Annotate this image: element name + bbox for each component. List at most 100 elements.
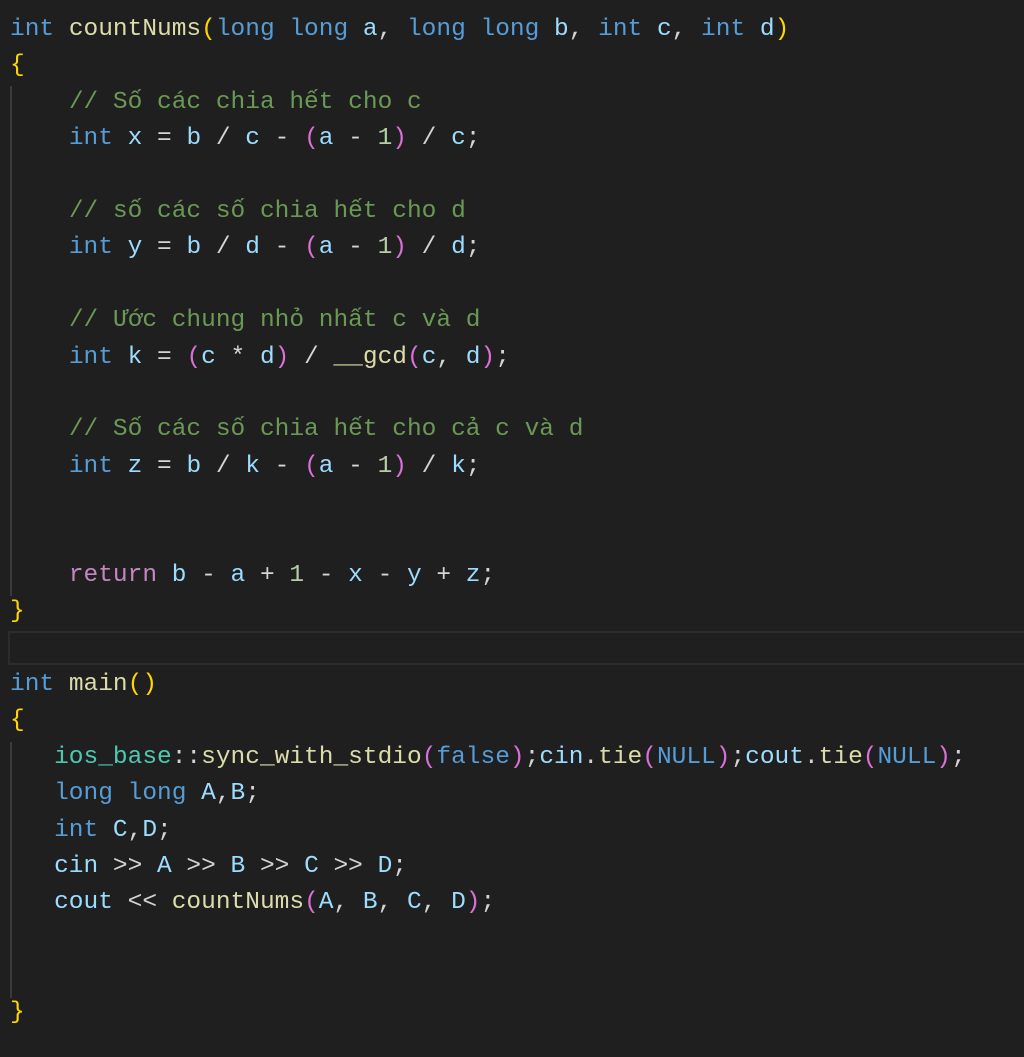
token-var: cout [745,743,804,771]
token-b2: ( [642,743,657,771]
code-line[interactable]: int countNums(long long a, long long b, … [10,12,1024,48]
code-line[interactable]: cout << countNums(A, B, C, D); [10,885,1024,921]
code-line[interactable]: // Số các số chia hết cho cả c và d [10,412,1024,448]
token-var: C [304,852,319,880]
code-line[interactable] [10,158,1024,194]
token-txt: , [377,889,407,917]
token-b2: ) [392,125,407,153]
token-var: b [186,452,202,480]
token-kw: false [436,743,510,771]
token-b2: ( [186,343,202,371]
code-line[interactable] [10,958,1024,994]
token-var: z [465,561,481,589]
token-b1: ) [774,16,790,43]
token-txt: ; [245,780,260,808]
token-ctl: return [68,561,158,589]
code-line[interactable] [10,376,1024,412]
code-line[interactable] [10,922,1024,958]
code-line[interactable]: } [10,995,1024,1031]
code-line[interactable]: { [10,48,1024,84]
code-line[interactable]: { [10,703,1024,739]
token-b2: ) [715,743,731,771]
token-b2: ) [392,452,407,480]
token-txt: . [803,743,819,771]
token-txt: + [421,561,466,589]
token-num: 1 [377,125,393,153]
token-var: b [186,125,202,153]
code-line[interactable] [10,485,1024,521]
token-txt: = [142,452,187,480]
token-txt: / [406,125,452,153]
token-txt: ; [465,234,481,262]
token-txt: / [289,343,334,371]
token-var: c [656,16,672,43]
code-line[interactable]: // Ước chung nhỏ nhất c và d [10,303,1024,339]
token-fn: sync_with_stdio [201,743,422,771]
code-line[interactable]: cin >> A >> B >> C >> D; [10,849,1024,885]
token-b1: } [10,998,25,1026]
token-type: ios_base [54,743,172,771]
code-line[interactable]: } [10,594,1024,630]
token-txt: = [142,343,187,371]
token-txt: ; [524,743,540,771]
token-cm: // Số các chia hết cho c [68,88,422,116]
token-b2: ( [421,743,437,771]
code-line[interactable]: int main() [10,667,1024,703]
code-line[interactable] [10,521,1024,557]
token-txt: ; [465,125,481,153]
token-b2: ) [509,743,525,771]
token-kw: int [10,671,55,699]
token-txt: , [568,16,599,43]
code-line[interactable] [10,267,1024,303]
token-txt: ; [392,852,407,880]
code-line[interactable]: return b - a + 1 - x - y + z; [10,558,1024,594]
token-var: c [245,125,260,153]
token-var: k [127,343,143,371]
token-b2: ( [304,889,319,917]
token-var: y [127,234,143,262]
token-var: c [451,125,466,153]
token-txt: = [142,125,187,153]
token-var: k [451,452,466,480]
token-txt: , [333,889,363,917]
code-line[interactable]: // Số các chia hết cho c [10,85,1024,121]
token-txt: ; [495,343,510,371]
code-editor[interactable]: int countNums(long long a, long long b, … [10,12,1024,1031]
token-b2: ) [480,343,496,371]
token-var: A [157,852,172,880]
token-var: A [318,889,334,917]
token-txt: - [259,125,305,153]
code-line[interactable]: int z = b / k - (a - 1) / k; [10,449,1024,485]
token-txt: , [127,816,143,844]
token-b1: { [10,52,25,80]
token-kw: int [68,234,113,262]
code-line[interactable]: int x = b / c - (a - 1) / c; [10,121,1024,157]
code-line[interactable]: long long A,B; [10,776,1024,812]
token-var: C [112,816,128,844]
token-var: d [759,16,775,43]
code-line[interactable]: // số các số chia hết cho d [10,194,1024,230]
code-line[interactable]: int y = b / d - (a - 1) / d; [10,230,1024,266]
token-b2: ) [274,343,290,371]
token-txt: , [377,16,407,43]
token-var: b [554,16,569,43]
code-line[interactable]: ios_base::sync_with_stdio(false);cin.tie… [10,740,1024,776]
code-line[interactable]: int k = (c * d) / __gcd(c, d); [10,340,1024,376]
code-line[interactable] [10,631,1024,667]
code-line[interactable]: int C,D; [10,813,1024,849]
token-kw: long long [215,16,349,43]
token-txt: / [201,234,246,262]
token-txt: - [186,561,231,589]
token-fn: __gcd [333,343,407,371]
token-b2: ) [936,743,951,771]
token-b2: ( [304,452,319,480]
